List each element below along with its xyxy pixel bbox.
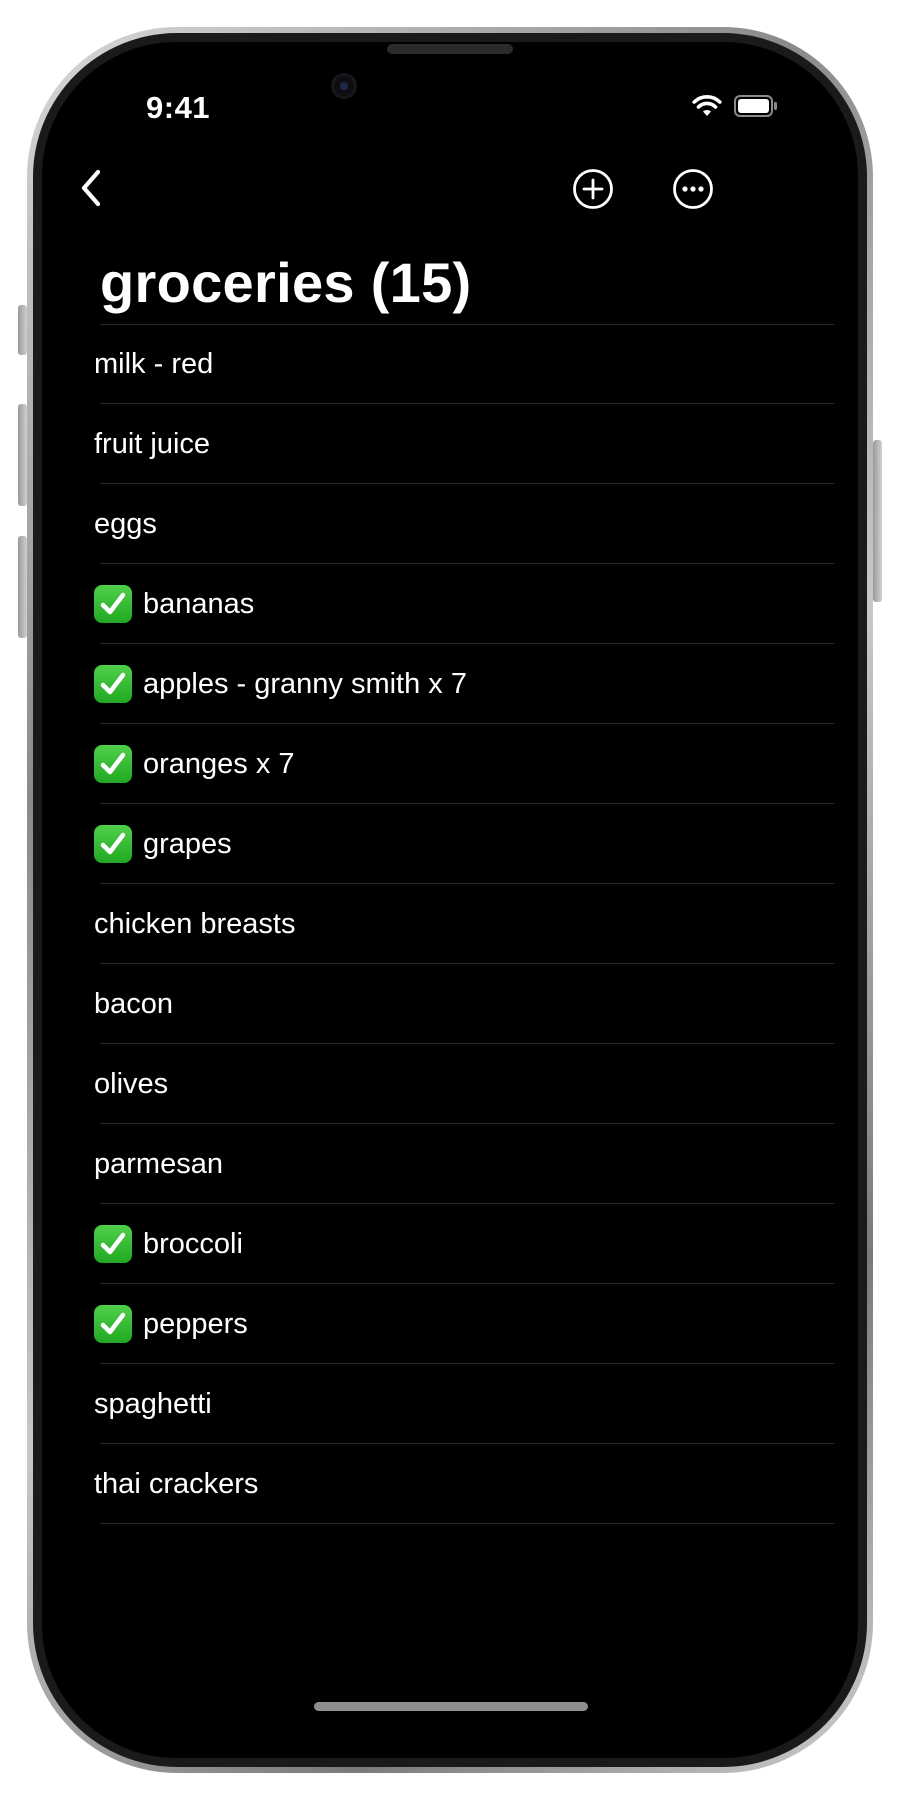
checkmark-icon	[94, 665, 132, 703]
list-item[interactable]: peppers	[42, 1284, 858, 1364]
volume-down-button	[18, 536, 27, 638]
list-item-label: bananas	[143, 587, 255, 620]
add-item-button[interactable]	[572, 168, 614, 210]
list-item[interactable]: apples - granny smith x 7	[42, 644, 858, 724]
power-button	[873, 440, 882, 602]
more-options-button[interactable]	[672, 168, 714, 210]
list-item-label: olives	[94, 1067, 169, 1100]
list-item[interactable]: parmesan	[42, 1124, 858, 1204]
list-item[interactable]: spaghetti	[42, 1364, 858, 1444]
action-button	[18, 305, 27, 355]
status-time: 9:41	[146, 90, 211, 125]
grocery-list: milk - red fruit juice eggs bananas apples -…	[42, 324, 858, 1524]
list-item-label: chicken breasts	[94, 907, 296, 940]
status-icons	[692, 94, 778, 123]
list-item-label: apples - granny smith x 7	[143, 667, 467, 700]
battery-icon	[734, 95, 778, 122]
list-item-label: bacon	[94, 987, 174, 1020]
list-item-label: milk - red	[94, 347, 214, 380]
list-item[interactable]: broccoli	[42, 1204, 858, 1284]
checkmark-icon	[94, 1225, 132, 1263]
list-item[interactable]: olives	[42, 1044, 858, 1124]
list-item-label: oranges x 7	[143, 747, 295, 780]
speaker-grille	[387, 44, 513, 54]
back-button[interactable]	[72, 163, 112, 213]
volume-up-button	[18, 404, 27, 506]
front-camera	[331, 73, 357, 99]
ellipsis-circle-icon	[672, 169, 714, 214]
list-item-label: broccoli	[143, 1227, 243, 1260]
checkmark-icon	[94, 1305, 132, 1343]
list-item[interactable]: grapes	[42, 804, 858, 884]
page-title: groceries (15)	[100, 251, 472, 314]
home-indicator[interactable]	[314, 1702, 588, 1711]
list-item[interactable]: fruit juice	[42, 404, 858, 484]
chevron-left-icon	[72, 169, 112, 217]
list-item[interactable]: eggs	[42, 484, 858, 564]
list-item-label: fruit juice	[94, 427, 211, 460]
list-item-label: parmesan	[94, 1147, 223, 1180]
list-item[interactable]: oranges x 7	[42, 724, 858, 804]
wifi-icon	[692, 94, 722, 123]
list-item-label: spaghetti	[94, 1387, 212, 1420]
list-item-label: thai crackers	[94, 1467, 259, 1500]
list-item[interactable]: chicken breasts	[42, 884, 858, 964]
checkmark-icon	[94, 825, 132, 863]
list-item[interactable]: bananas	[42, 564, 858, 644]
screen: 9:41 groceries (15) milk - red fruit jui…	[42, 42, 858, 1758]
list-item[interactable]: thai crackers	[42, 1444, 858, 1524]
list-item-label: eggs	[94, 507, 157, 540]
list-item[interactable]: bacon	[42, 964, 858, 1044]
list-item[interactable]: milk - red	[42, 324, 858, 404]
checkmark-icon	[94, 585, 132, 623]
list-item-label: grapes	[143, 827, 232, 860]
list-item-label: peppers	[143, 1307, 248, 1340]
checkmark-icon	[94, 745, 132, 783]
plus-circle-icon	[572, 169, 614, 214]
